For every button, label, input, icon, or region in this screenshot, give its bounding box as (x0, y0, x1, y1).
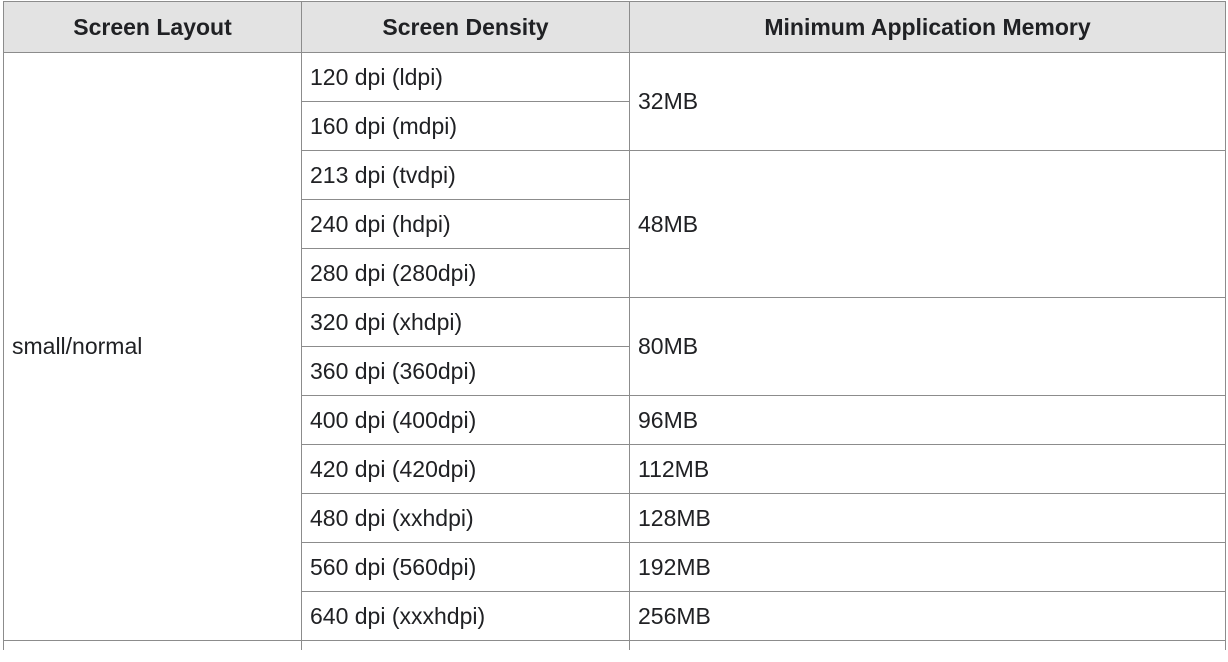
memory-cell: 256MB (629, 591, 1226, 641)
screen-layout-cell: small/normal (3, 52, 302, 641)
density-cell: 160 dpi (mdpi) (301, 101, 630, 151)
table-row: small/normal 120 dpi (ldpi) 32MB (3, 52, 1226, 641)
header-row: Screen Layout Screen Density Minimum App… (3, 1, 1226, 53)
memory-cell: 80MB (629, 297, 1226, 396)
memory-cell: 192MB (629, 542, 1226, 592)
density-cell: 320 dpi (xhdpi) (301, 297, 630, 347)
memory-cell: 48MB (629, 150, 1226, 298)
memory-cell: 128MB (629, 493, 1226, 543)
density-cell: 120 dpi (ldpi) (301, 52, 630, 102)
density-cell: 560 dpi (560dpi) (301, 542, 630, 592)
cut-off-cell (3, 640, 302, 650)
table-header: Screen Layout Screen Density Minimum App… (3, 1, 1226, 53)
density-cell: 240 dpi (hdpi) (301, 199, 630, 249)
density-cell: 640 dpi (xxxhdpi) (301, 591, 630, 641)
header-screen-density: Screen Density (301, 1, 630, 53)
density-cell: 213 dpi (tvdpi) (301, 150, 630, 200)
table-body: small/normal 120 dpi (ldpi) 32MB 160 dpi… (3, 52, 1226, 650)
density-cell: 400 dpi (400dpi) (301, 395, 630, 445)
memory-requirements-table: Screen Layout Screen Density Minimum App… (3, 1, 1226, 650)
density-cell: 280 dpi (280dpi) (301, 248, 630, 298)
cut-off-cell (629, 640, 1226, 650)
density-cell: 360 dpi (360dpi) (301, 346, 630, 396)
header-screen-layout: Screen Layout (3, 1, 302, 53)
memory-cell: 32MB (629, 52, 1226, 151)
memory-cell: 112MB (629, 444, 1226, 494)
density-cell: 480 dpi (xxhdpi) (301, 493, 630, 543)
memory-cell: 96MB (629, 395, 1226, 445)
cut-off-cell (301, 640, 630, 650)
header-minimum-application-memory: Minimum Application Memory (629, 1, 1226, 53)
density-cell: 420 dpi (420dpi) (301, 444, 630, 494)
cut-off-table-row (3, 640, 1226, 650)
